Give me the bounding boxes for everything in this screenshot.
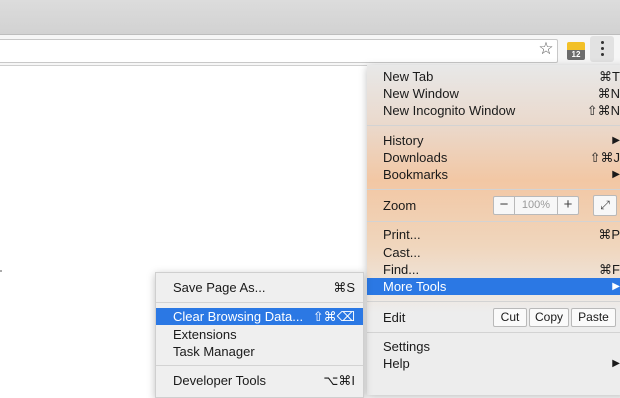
submenu-item-extensions[interactable]: Extensions bbox=[156, 326, 363, 343]
zoom-control: − 100% + bbox=[493, 196, 579, 215]
extension-icon-top bbox=[567, 42, 585, 50]
menu-item-print[interactable]: Print... ⌘P bbox=[367, 226, 620, 243]
extension-badge: 12 bbox=[567, 50, 585, 60]
menu-item-new-tab[interactable]: New Tab ⌘T bbox=[367, 68, 620, 85]
submenu-item-developer-tools[interactable]: Developer Tools ⌥⌘I bbox=[156, 372, 363, 389]
cut-button[interactable]: Cut bbox=[493, 308, 527, 327]
menu-item-more-tools[interactable]: More Tools ▶ bbox=[367, 278, 620, 295]
zoom-in-button[interactable]: + bbox=[557, 197, 578, 214]
menu-item-bookmarks[interactable]: Bookmarks ▶ bbox=[367, 166, 620, 183]
menu-separator bbox=[367, 301, 620, 302]
copy-button[interactable]: Copy bbox=[529, 308, 569, 327]
submenu-item-task-manager[interactable]: Task Manager bbox=[156, 343, 363, 360]
menu-separator bbox=[367, 221, 620, 222]
paste-button[interactable]: Paste bbox=[571, 308, 616, 327]
window-titlebar bbox=[0, 0, 620, 35]
menu-item-cast[interactable]: Cast... bbox=[367, 244, 620, 261]
page-edge-mark bbox=[0, 270, 2, 272]
calendar-extension-icon[interactable]: 12 bbox=[566, 40, 586, 60]
menu-item-new-window[interactable]: New Window ⌘N bbox=[367, 85, 620, 102]
fullscreen-icon[interactable]: ⤢ bbox=[593, 195, 617, 216]
menu-separator bbox=[367, 189, 620, 190]
star-icon[interactable]: ☆ bbox=[538, 38, 554, 60]
browser-toolbar bbox=[0, 35, 620, 66]
address-bar[interactable] bbox=[0, 39, 558, 63]
menu-separator bbox=[367, 332, 620, 333]
menu-item-settings[interactable]: Settings bbox=[367, 338, 620, 355]
submenu-item-save-page[interactable]: Save Page As... ⌘S bbox=[156, 279, 363, 296]
menu-item-downloads[interactable]: Downloads ⇧⌘J bbox=[367, 149, 620, 166]
zoom-level: 100% bbox=[521, 199, 551, 211]
menu-item-help[interactable]: Help ▶ bbox=[367, 355, 620, 372]
kebab-icon[interactable] bbox=[590, 36, 614, 62]
menu-separator bbox=[156, 365, 363, 366]
more-tools-submenu: Save Page As... ⌘S Clear Browsing Data..… bbox=[155, 272, 364, 398]
chrome-main-menu: New Tab ⌘T New Window ⌘N New Incognito W… bbox=[367, 65, 620, 395]
menu-item-history[interactable]: History ▶ bbox=[367, 132, 620, 149]
menu-item-find[interactable]: Find... ⌘F bbox=[367, 261, 620, 278]
menu-separator bbox=[156, 302, 363, 303]
menu-separator bbox=[367, 125, 620, 126]
zoom-out-button[interactable]: − bbox=[494, 197, 515, 214]
submenu-item-clear-browsing-data[interactable]: Clear Browsing Data... ⇧⌘⌫ bbox=[156, 308, 363, 325]
menu-item-new-incognito[interactable]: New Incognito Window ⇧⌘N bbox=[367, 102, 620, 119]
